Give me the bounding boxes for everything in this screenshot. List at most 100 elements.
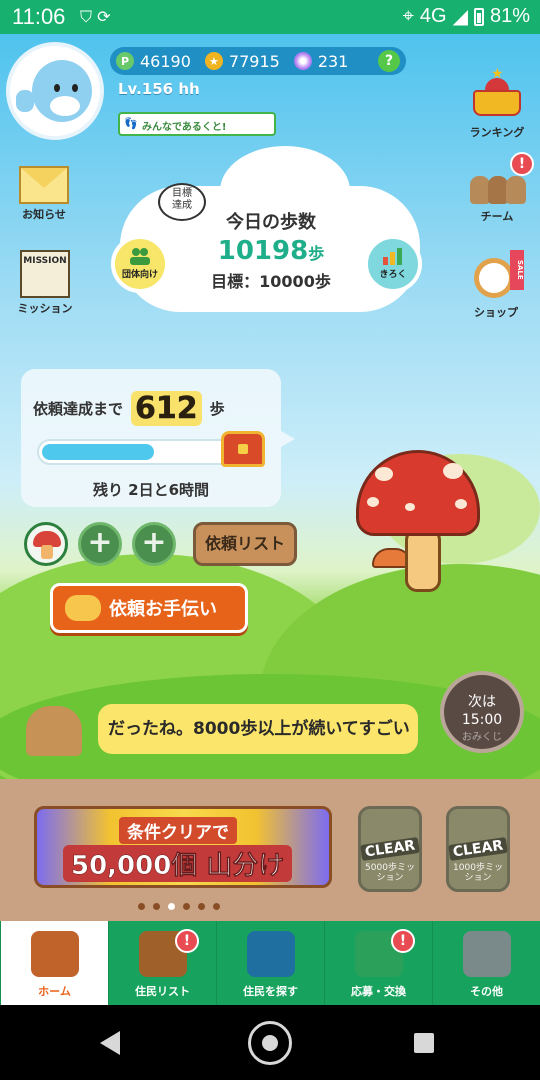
player-avatar[interactable] [6,42,104,140]
quest-progress-fill [42,444,155,460]
nav-tab-label: 住民リスト [135,985,190,998]
nav-tab[interactable]: 応募・交換! [324,921,432,1005]
quest-remaining-row: 依頼達成まで 612 歩 [33,391,225,427]
points-value: 46190 [140,51,191,71]
otter-snout [50,96,80,116]
request-list-button[interactable]: 依頼リスト [193,522,297,566]
campaign-line2: 50,000個 山分け [63,845,293,882]
steps-unit: 歩 [308,244,325,263]
carousel-dot[interactable] [168,903,175,910]
carousel-dot[interactable] [213,903,220,910]
shop-label: ショップ [474,306,518,319]
request-help-button[interactable]: 依頼お手伝い [50,583,248,633]
system-nav-bar [0,1005,540,1080]
otter-hand [16,90,34,112]
steps-count-row: 10198歩 [166,236,376,266]
nav-tab[interactable]: 住民を探す [216,921,324,1005]
steps-summary: 今日の歩数 10198歩 目標：10000歩 [166,208,376,292]
nav-alert-badge: ! [391,929,415,953]
team-label: チーム [480,210,514,223]
magnifier-icon: SALE [468,250,524,302]
mushroom-stem [405,528,441,592]
carousel-dot[interactable] [138,903,145,910]
mission-clear-card[interactable]: CLEAR 1000歩ミッション [446,806,510,892]
mission-label: ミッション [17,302,73,315]
next-time: 15:00 [461,712,503,728]
bar-chart-icon [383,248,402,265]
help-button[interactable]: ? [378,50,400,72]
steps-title: 今日の歩数 [226,212,316,233]
team-button[interactable]: チーム ! [466,152,534,224]
helper-slot-add[interactable]: + [78,522,122,566]
nav-tab[interactable]: ホーム [0,921,108,1005]
envelope-icon [19,166,69,204]
nav-tab[interactable]: その他 [432,921,540,1005]
mission-clear-card[interactable]: CLEAR 5000歩ミッション [358,806,422,892]
message-bubble[interactable]: だったね。8000歩以上が続いてすごい [98,704,418,754]
status-right: ⌖ 4G ◢ 81% [403,4,530,29]
carousel-dot[interactable] [198,903,205,910]
ranking-button[interactable]: ★ ランキング [466,66,528,140]
treasure-chest-icon [221,431,265,467]
otter-character[interactable] [26,706,82,756]
location-icon: ⌖ [402,5,414,27]
nav-tab-label: その他 [470,985,503,998]
next-label: 次は [468,694,496,710]
gear-icon [462,931,511,977]
back-icon[interactable] [100,1031,120,1055]
sale-tag: SALE [510,250,524,290]
battery-icon [473,7,484,26]
nav-alert-badge: ! [175,929,199,953]
points-icon: P [116,52,134,70]
group-label: 団体向け [121,270,158,280]
clear-mission-name: 5000歩ミッション [365,863,415,883]
helper-slot-add[interactable]: + [132,522,176,566]
clear-status: CLEAR [448,837,508,861]
quest-panel: 依頼達成まで 612 歩 残り 2日と6時間 [21,369,295,507]
quest-time-left: 残り 2日と6時間 [92,481,210,499]
crown-icon: ★ [471,66,523,122]
binoculars-icon [246,931,295,977]
carousel-dot[interactable] [183,903,190,910]
ranking-label: ランキング [469,126,525,139]
quest-steps-unit: 歩 [209,400,225,418]
helper-slot-mushroom[interactable] [24,522,68,566]
news-button[interactable]: お知らせ [16,166,72,222]
player-level: Lv.156 hh [118,80,200,98]
campaign-banner[interactable]: 条件クリアで 50,000個 山分け [34,806,332,888]
walk-together-banner[interactable]: みんなであるくと! [118,112,276,136]
steps-goal: 目標：10000歩 [211,272,331,291]
request-help-label: 依頼お手伝い [109,599,217,620]
record-label: きろく [379,270,407,280]
mission-button[interactable]: MISSION ミッション [14,250,76,316]
recent-apps-icon[interactable] [414,1033,434,1053]
currency-bar: P 46190 ★ 77915 231 ? [110,47,406,75]
omikuji-label: おみくじ [462,732,502,743]
group-button[interactable]: 団体向け [111,235,169,293]
clear-status: CLEAR [360,837,420,861]
otter-eye [72,84,78,92]
handshake-icon [65,595,101,621]
shield-icon: ⛉ [80,7,93,26]
record-button[interactable]: きろく [364,235,422,293]
quest-progress-bar [37,439,249,465]
campaign-line1: 条件クリアで [119,817,237,844]
carousel-dot[interactable] [153,903,160,910]
steps-count: 10198 [217,236,309,266]
coin-icon: ★ [204,52,223,70]
status-bar: 11:06 ⛉ ⟳ ⌖ 4G ◢ 81% [0,0,540,34]
nav-tab[interactable]: 住民リスト! [108,921,216,1005]
clear-mission-name: 1000歩ミッション [453,863,503,883]
carousel-dots [138,903,220,910]
battery-level: 81% [489,5,530,27]
sync-icon: ⟳ [97,7,111,26]
omikuji-button[interactable]: 次は 15:00 おみくじ [440,671,524,753]
shop-button[interactable]: SALE ショップ [462,250,530,320]
mission-icon: MISSION [20,250,70,298]
home-circle-icon[interactable] [248,1021,292,1065]
gem-icon [293,52,312,70]
quest-until-label: 依頼達成まで [33,400,124,418]
house-icon [30,931,79,977]
nav-tab-label: 応募・交換 [351,985,406,998]
nav-tab-label: ホーム [38,985,71,998]
